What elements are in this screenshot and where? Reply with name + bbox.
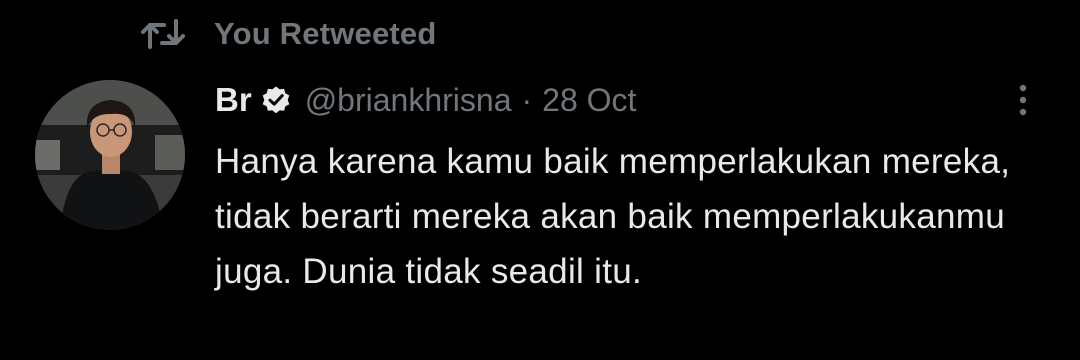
retweet-label: You Retweeted [214,16,437,51]
verified-badge-icon [261,85,291,115]
retweet-icon [140,17,186,51]
username-handle[interactable]: @briankhrisna [305,82,512,119]
display-name[interactable]: Br [215,81,252,119]
more-options-icon[interactable] [1008,80,1038,120]
tweet[interactable]: You Retweeted Br @briankhrisna · 28 Oct … [0,0,1080,360]
separator-dot: · [521,81,533,118]
avatar-image [35,80,185,230]
tweet-text: Hanya karena kamu baik memperlakukan mer… [215,142,1011,291]
retweet-indicator: You Retweeted [140,14,437,54]
tweet-date[interactable]: 28 Oct [542,82,636,119]
tweet-header: Br @briankhrisna · 28 Oct [215,78,636,122]
avatar[interactable] [35,80,185,230]
